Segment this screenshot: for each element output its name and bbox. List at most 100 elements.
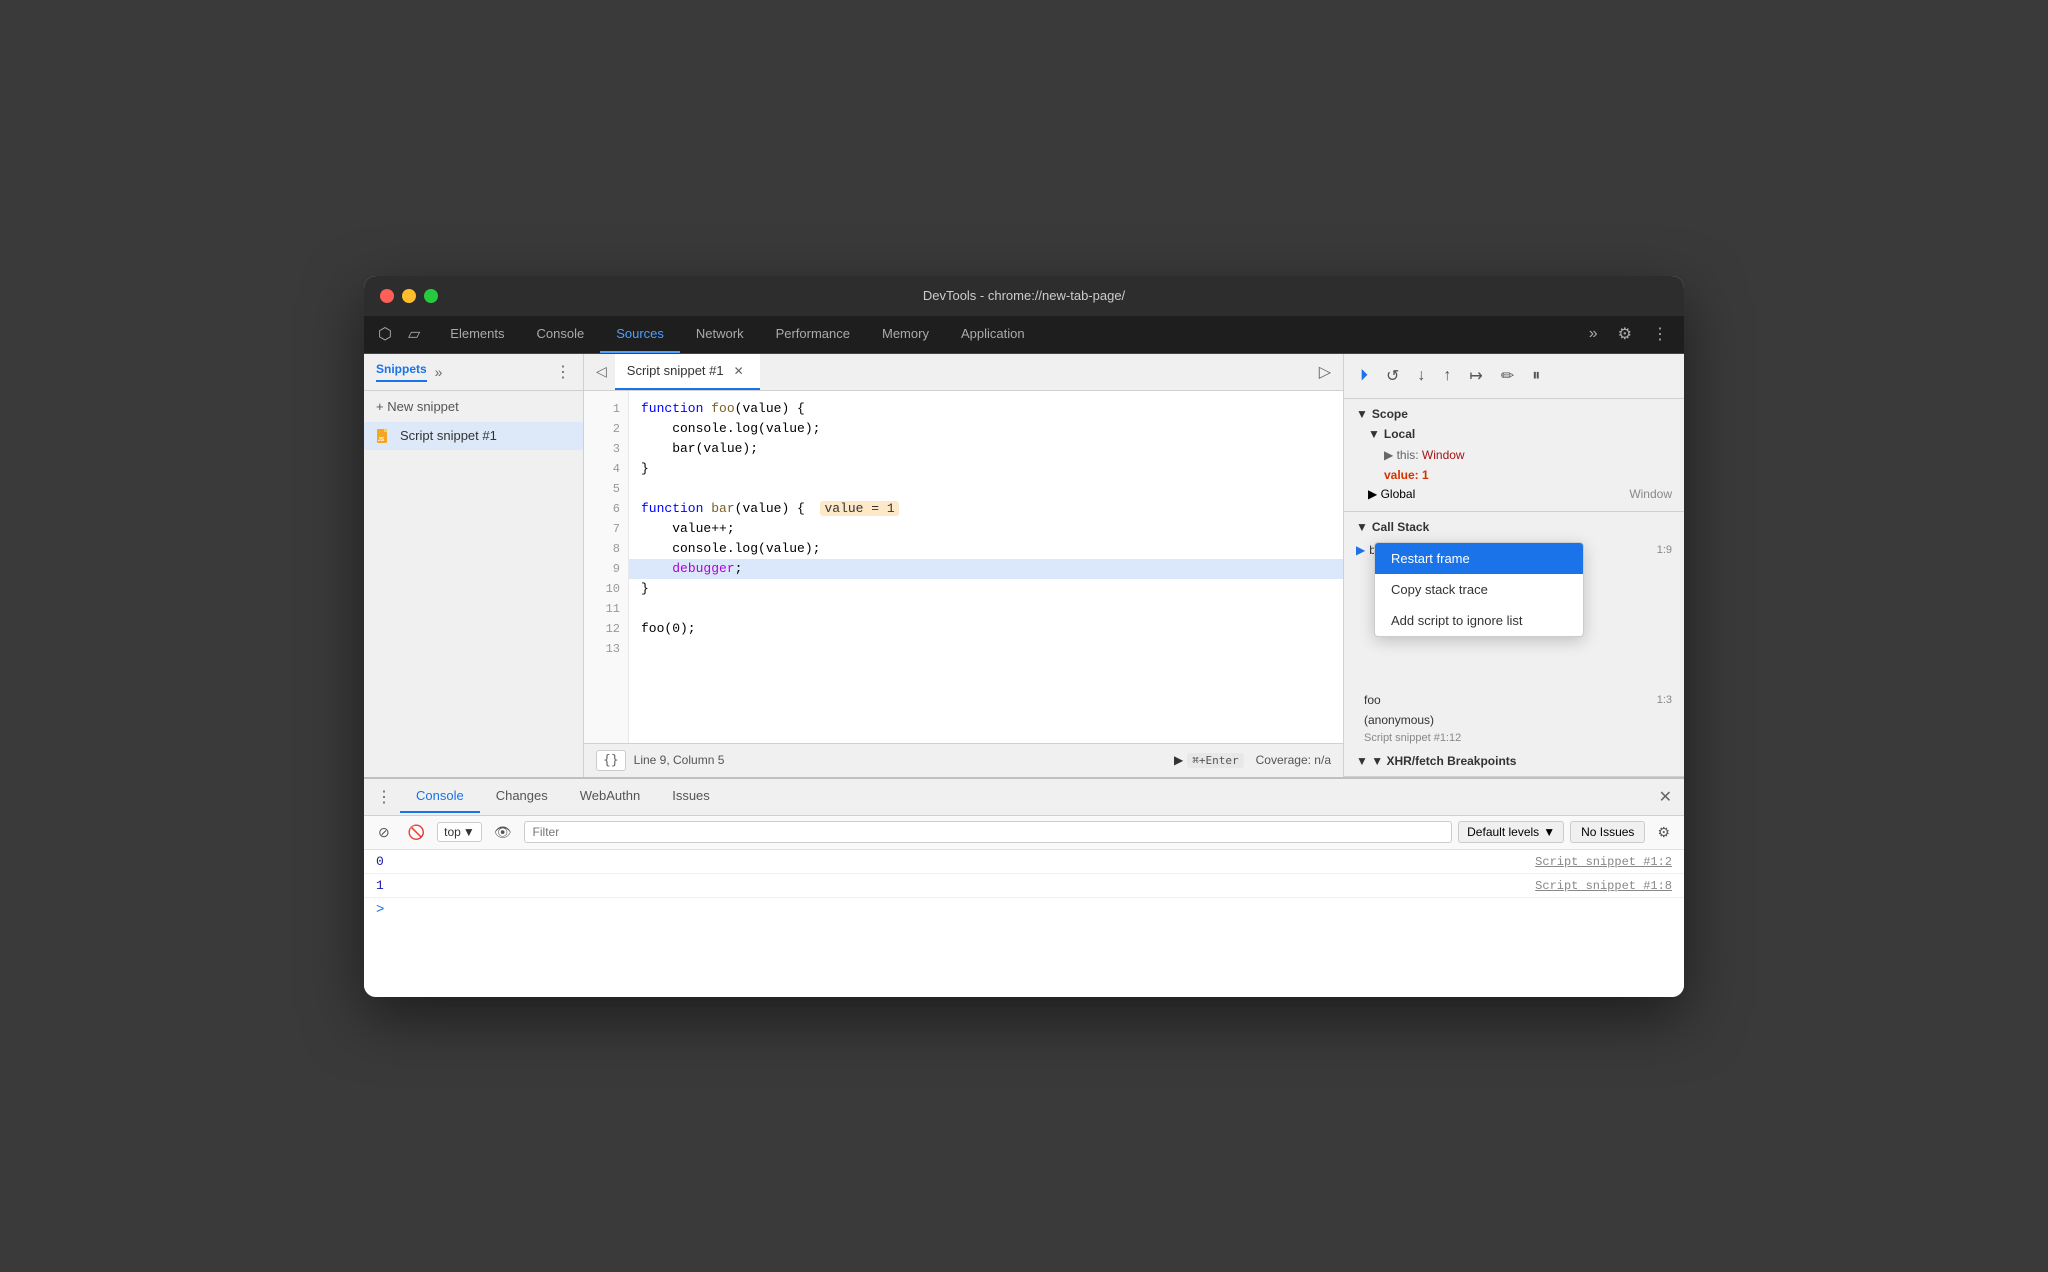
this-scope-item: ▶ this: Window [1368, 445, 1672, 465]
sidebar-more-icon[interactable]: » [435, 364, 443, 380]
console-toolbar: ⊘ 🚫 top ▼ 👁 Default levels ▼ No Issues ⚙ [364, 816, 1684, 850]
bottom-tab-menu-icon[interactable]: ⋮ [368, 779, 400, 815]
navigate-back-icon[interactable]: ◁ [588, 355, 615, 388]
step-out-button[interactable]: ↑ [1437, 363, 1457, 389]
code-line-7: value++; [629, 519, 1343, 539]
frame-foo-name: foo [1364, 693, 1381, 707]
maximize-button[interactable] [424, 289, 438, 303]
tab-memory[interactable]: Memory [866, 316, 945, 353]
local-scope-header[interactable]: ▼ Local [1368, 427, 1672, 441]
deactivate-breakpoints-button[interactable]: ✏ [1495, 362, 1520, 390]
sidebar-header: Snippets » ⋮ [364, 354, 583, 391]
tab-elements[interactable]: Elements [434, 316, 520, 353]
this-prop-value: Window [1422, 448, 1465, 462]
editor-tab-label: Script snippet #1 [627, 363, 724, 378]
bottom-tab-webauthn[interactable]: WebAuthn [564, 780, 656, 813]
code-editor: 1 2 3 4 5 6 7 8 9 10 11 12 13 [584, 391, 1343, 743]
console-prompt[interactable]: > [364, 898, 1684, 922]
console-settings-icon[interactable]: ⚙ [1651, 820, 1676, 845]
step-into-button[interactable]: ↓ [1411, 363, 1431, 389]
tab-performance[interactable]: Performance [760, 316, 866, 353]
tab-application[interactable]: Application [945, 316, 1041, 353]
frame-bar-loc: 1:9 [1657, 544, 1672, 556]
run-snippet-icon[interactable]: ▷ [1311, 354, 1339, 390]
console-log-src-1[interactable]: Script snippet #1:8 [1535, 879, 1672, 893]
snippets-tab[interactable]: Snippets [376, 362, 427, 382]
sidebar-menu-icon[interactable]: ⋮ [555, 362, 571, 382]
console-log-val-0: 0 [376, 854, 384, 869]
top-selector[interactable]: top ▼ [437, 822, 482, 842]
console-output: 0 Script snippet #1:2 1 Script snippet #… [364, 850, 1684, 997]
default-levels-label: Default levels [1467, 825, 1539, 839]
step-over-button[interactable]: ↺ [1380, 362, 1405, 390]
code-line-13 [629, 639, 1343, 659]
new-snippet-button[interactable]: + New snippet [364, 391, 583, 422]
bottom-tab-issues[interactable]: Issues [656, 780, 726, 813]
title-bar: DevTools - chrome://new-tab-page/ [364, 276, 1684, 316]
close-bottom-panel-icon[interactable]: ✕ [1651, 781, 1680, 813]
frame-anon-name: (anonymous) [1364, 713, 1434, 727]
device-toolbar-icon[interactable]: ▱ [402, 316, 426, 352]
bottom-tab-changes[interactable]: Changes [480, 780, 564, 813]
line-num-5: 5 [584, 479, 628, 499]
line-num-1: 1 [584, 399, 628, 419]
cursor-icon[interactable]: ⬡ [372, 316, 398, 352]
resume-button[interactable]: ⏵ [1354, 363, 1374, 389]
scope-section: ▼ Scope ▼ Local ▶ this: Window [1344, 399, 1684, 512]
run-triangle-icon: ▶ [1174, 753, 1183, 767]
context-menu-restart-frame[interactable]: Restart frame [1375, 543, 1583, 574]
tab-bar-right: » ⚙ ⋮ [1581, 318, 1676, 350]
value-prop-value: 1 [1422, 468, 1429, 482]
eye-icon[interactable]: 👁 [488, 820, 518, 845]
line-num-7: 7 [584, 519, 628, 539]
filter-input[interactable] [524, 821, 1453, 843]
xhr-chevron-icon: ▼ [1356, 754, 1368, 768]
console-log-0: 0 Script snippet #1:2 [364, 850, 1684, 874]
callstack-frame-anon[interactable]: (anonymous) [1356, 710, 1672, 730]
clear-console-icon[interactable]: ⊘ [372, 820, 396, 845]
window-title: DevTools - chrome://new-tab-page/ [923, 288, 1125, 303]
default-levels-selector[interactable]: Default levels ▼ [1458, 821, 1564, 843]
no-issues-button[interactable]: No Issues [1570, 821, 1645, 843]
block-requests-icon[interactable]: 🚫 [402, 820, 431, 845]
snippet-item[interactable]: JS Script snippet #1 [364, 422, 583, 450]
code-line-12: foo(0); [629, 619, 1343, 639]
line-num-11: 11 [584, 599, 628, 619]
close-button[interactable] [380, 289, 394, 303]
main-content: Snippets » ⋮ + New snippet JS Script sni… [364, 354, 1684, 777]
callstack-header[interactable]: ▼ Call Stack [1356, 520, 1672, 534]
tab-console[interactable]: Console [520, 316, 600, 353]
svg-text:JS: JS [378, 437, 385, 443]
traffic-lights [380, 289, 438, 303]
editor-tab-active[interactable]: Script snippet #1 ✕ [615, 354, 760, 390]
more-options-icon[interactable]: ⋮ [1644, 318, 1676, 350]
run-status[interactable]: ▶ ⌘+Enter [1174, 753, 1244, 768]
tab-sources[interactable]: Sources [600, 316, 680, 353]
context-menu-copy-stack[interactable]: Copy stack trace [1375, 574, 1583, 605]
minimize-button[interactable] [402, 289, 416, 303]
prompt-icon: > [376, 902, 384, 918]
xhr-breakpoints-header[interactable]: ▼ ▼ XHR/fetch Breakpoints [1356, 754, 1672, 768]
scope-label: Scope [1372, 407, 1408, 421]
bottom-tab-console[interactable]: Console [400, 780, 480, 813]
this-prop-name: ▶ this: [1384, 448, 1422, 462]
line-num-6: 6 [584, 499, 628, 519]
console-log-val-1: 1 [376, 878, 384, 893]
callstack-section: ▼ Call Stack ▶ bar 1:9 Restart frame Cop… [1344, 512, 1684, 777]
tab-network[interactable]: Network [680, 316, 760, 353]
settings-icon[interactable]: ⚙ [1610, 318, 1640, 350]
global-scope-row[interactable]: ▶ Global Window [1356, 485, 1672, 503]
context-menu-ignore-list[interactable]: Add script to ignore list [1375, 605, 1583, 636]
more-tabs-icon[interactable]: » [1581, 319, 1606, 349]
line-num-3: 3 [584, 439, 628, 459]
code-line-5 [629, 479, 1343, 499]
editor-panel: ◁ Script snippet #1 ✕ ▷ 1 2 3 4 5 6 [584, 354, 1344, 777]
scope-header[interactable]: ▼ Scope [1356, 407, 1672, 421]
step-button[interactable]: ↦ [1463, 362, 1488, 390]
format-button[interactable]: {} [596, 750, 626, 771]
console-log-src-0[interactable]: Script snippet #1:2 [1535, 855, 1672, 869]
pause-exceptions-button[interactable]: ⏸ [1526, 363, 1546, 389]
line-num-8: 8 [584, 539, 628, 559]
callstack-frame-foo[interactable]: foo 1:3 [1356, 690, 1672, 710]
editor-tab-close-icon[interactable]: ✕ [730, 362, 748, 380]
